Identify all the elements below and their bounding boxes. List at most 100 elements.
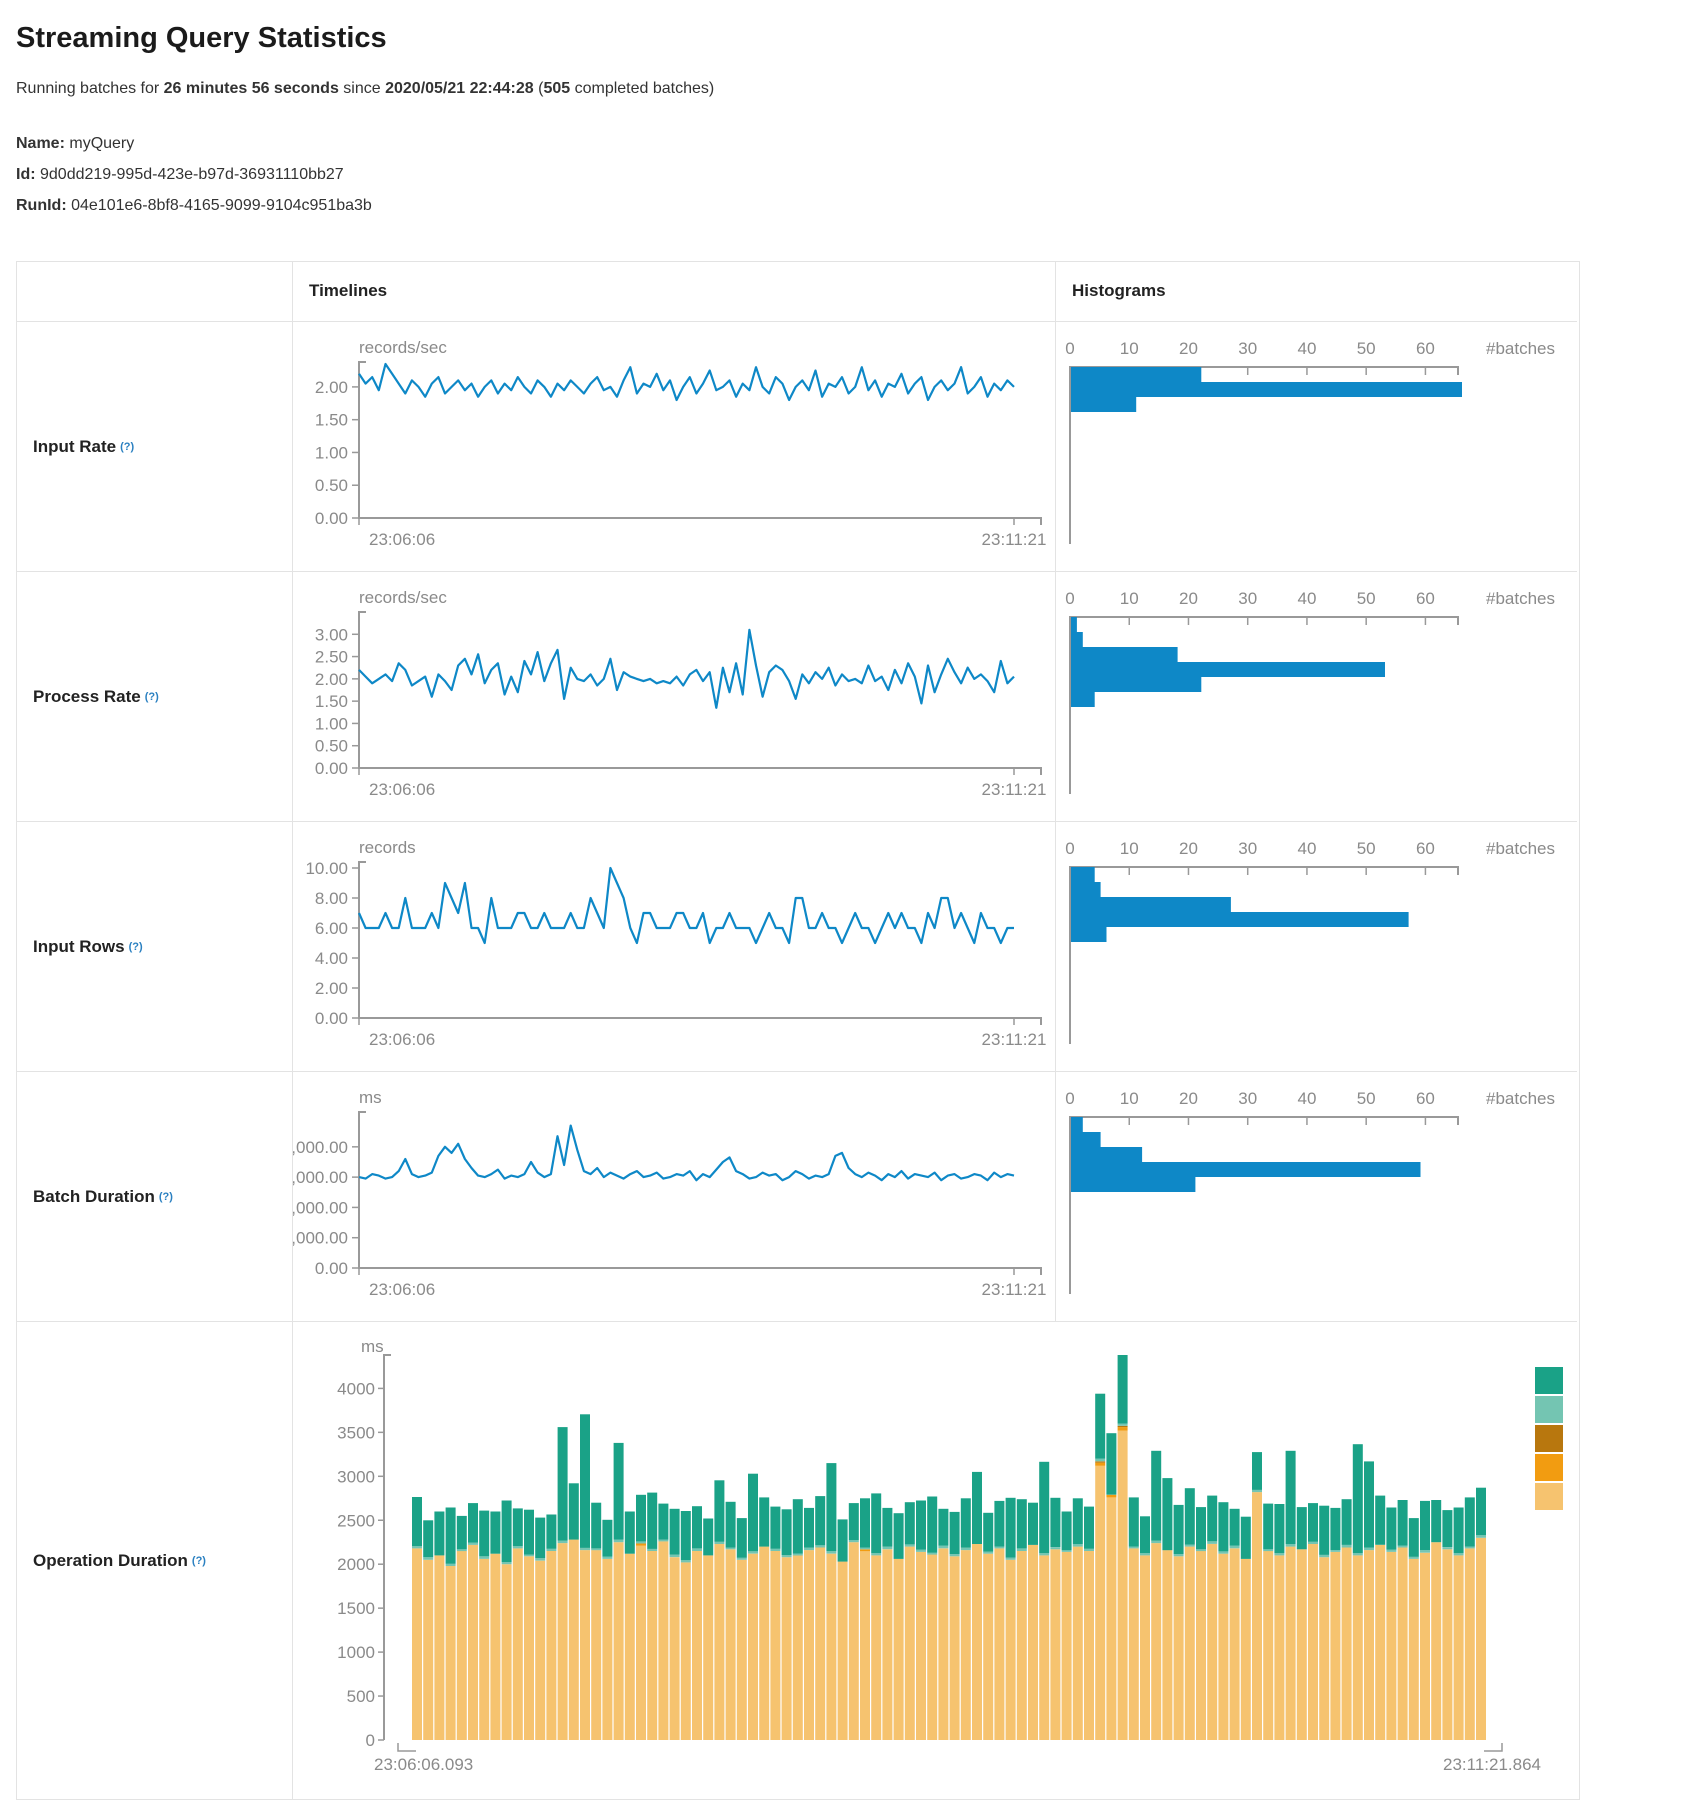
query-name-row: Name: myQuery (16, 128, 1677, 159)
help-icon[interactable]: (?) (145, 691, 159, 703)
svg-text:0: 0 (1065, 589, 1074, 608)
svg-text:10: 10 (1120, 1089, 1139, 1108)
svg-text:0: 0 (366, 1731, 375, 1750)
svg-text:60: 60 (1416, 589, 1435, 608)
help-icon[interactable]: (?) (192, 1555, 206, 1567)
query-runid-label: RunId: (16, 197, 67, 214)
svg-text:4,000.00: 4,000.00 (293, 1138, 348, 1157)
query-runid-row: RunId: 04e101e6-8bf8-4165-9099-9104c951b… (16, 190, 1677, 221)
summary-since: since (339, 80, 385, 97)
svg-text:0.50: 0.50 (315, 476, 348, 495)
batch-duration-timeline-cell: ms4,000.003,000.002,000.001,000.000.0023… (293, 1072, 1056, 1322)
svg-text:8.00: 8.00 (315, 889, 348, 908)
svg-text:2.00: 2.00 (315, 670, 348, 689)
svg-text:1.00: 1.00 (315, 714, 348, 733)
svg-text:ms: ms (361, 1337, 384, 1356)
legend-swatch-series-2 (1535, 1396, 1563, 1423)
svg-text:40: 40 (1297, 589, 1316, 608)
svg-text:23:11:21: 23:11:21 (982, 780, 1047, 799)
svg-text:40: 40 (1297, 339, 1316, 358)
svg-text:1500: 1500 (337, 1599, 375, 1618)
svg-text:2.00: 2.00 (315, 378, 348, 397)
svg-text:30: 30 (1238, 589, 1257, 608)
svg-text:20: 20 (1179, 839, 1198, 858)
svg-text:23:06:06: 23:06:06 (369, 530, 435, 549)
svg-text:0.00: 0.00 (315, 759, 348, 778)
process-rate-timeline: records/sec3.002.502.001.501.000.500.002… (293, 572, 1056, 822)
svg-text:10: 10 (1120, 839, 1139, 858)
svg-text:records/sec: records/sec (359, 588, 447, 607)
svg-text:20: 20 (1179, 339, 1198, 358)
svg-text:1.50: 1.50 (315, 692, 348, 711)
input-rate-histogram: 0102030405060#batches (1056, 322, 1577, 572)
input-rows-histogram-cell: 0102030405060#batches (1056, 822, 1577, 1072)
svg-text:50: 50 (1357, 839, 1376, 858)
svg-text:50: 50 (1357, 339, 1376, 358)
svg-text:20: 20 (1179, 1089, 1198, 1108)
svg-text:60: 60 (1416, 839, 1435, 858)
input-rows-timeline-cell: records10.008.006.004.002.000.0023:06:06… (293, 822, 1056, 1072)
input-rate-histogram-cell: 0102030405060#batches (1056, 322, 1577, 572)
svg-text:3500: 3500 (337, 1423, 375, 1442)
query-id-row: Id: 9d0dd219-995d-423e-b97d-36931110bb27 (16, 159, 1677, 190)
summary-prefix: Running batches for (16, 80, 164, 97)
svg-text:3,000.00: 3,000.00 (293, 1168, 348, 1187)
svg-text:#batches: #batches (1486, 839, 1555, 858)
svg-text:0.00: 0.00 (315, 1259, 348, 1278)
svg-text:0: 0 (1065, 1089, 1074, 1108)
legend-swatch-series-4 (1535, 1454, 1563, 1481)
input-rows-histogram: 0102030405060#batches (1056, 822, 1577, 1072)
svg-text:2,000.00: 2,000.00 (293, 1198, 348, 1217)
legend-swatch-series-5 (1535, 1483, 1563, 1510)
svg-text:50: 50 (1357, 589, 1376, 608)
input-rows-timeline-chart: records10.008.006.004.002.000.0023:06:06… (293, 822, 1056, 1072)
operation-duration-stacked-chart: ms4000350030002500200015001000500023:06:… (293, 1322, 1577, 1799)
svg-text:23:11:21: 23:11:21 (982, 530, 1047, 549)
svg-text:60: 60 (1416, 339, 1435, 358)
batch-duration-histogram-cell: 0102030405060#batches (1056, 1072, 1577, 1322)
svg-text:1,000.00: 1,000.00 (293, 1229, 348, 1248)
input-rows-histogram-chart: 0102030405060#batches (1056, 822, 1577, 1072)
svg-text:#batches: #batches (1486, 1089, 1555, 1108)
svg-text:records: records (359, 838, 416, 857)
row-label-input-rows: Input Rows(?) (17, 822, 293, 1072)
svg-text:20: 20 (1179, 589, 1198, 608)
summary-suffix: completed batches) (570, 80, 714, 97)
histograms-column-header: Histograms (1056, 262, 1577, 322)
svg-text:40: 40 (1297, 1089, 1316, 1108)
svg-text:23:11:21.864: 23:11:21.864 (1443, 1755, 1541, 1774)
page-title: Streaming Query Statistics (16, 22, 1677, 55)
svg-text:2500: 2500 (337, 1511, 375, 1530)
input-rate-timeline: records/sec2.001.501.000.500.0023:06:062… (293, 322, 1056, 572)
legend-swatch-series-3 (1535, 1425, 1563, 1452)
query-meta: Name: myQuery Id: 9d0dd219-995d-423e-b97… (16, 128, 1677, 221)
svg-text:0: 0 (1065, 339, 1074, 358)
batch-duration-histogram: 0102030405060#batches (1056, 1072, 1577, 1322)
svg-text:30: 30 (1238, 839, 1257, 858)
svg-text:23:06:06: 23:06:06 (369, 780, 435, 799)
svg-text:1000: 1000 (337, 1643, 375, 1662)
svg-text:1.00: 1.00 (315, 443, 348, 462)
svg-text:10.00: 10.00 (305, 859, 348, 878)
svg-text:30: 30 (1238, 339, 1257, 358)
svg-text:#batches: #batches (1486, 589, 1555, 608)
corner-header-cell (17, 262, 293, 322)
svg-text:10: 10 (1120, 589, 1139, 608)
help-icon[interactable]: (?) (120, 441, 134, 453)
svg-text:6.00: 6.00 (315, 919, 348, 938)
svg-text:3.00: 3.00 (315, 625, 348, 644)
help-icon[interactable]: (?) (129, 941, 143, 953)
svg-text:2.00: 2.00 (315, 979, 348, 998)
start-timestamp: 2020/05/21 22:44:28 (385, 80, 534, 97)
input-rate-histogram-chart: 0102030405060#batches (1056, 322, 1577, 572)
batch-duration-histogram-chart: 0102030405060#batches (1056, 1072, 1577, 1322)
help-icon[interactable]: (?) (159, 1191, 173, 1203)
query-name-value: myQuery (69, 135, 134, 152)
input-rate-timeline-cell: records/sec2.001.501.000.500.0023:06:062… (293, 322, 1056, 572)
process-rate-histogram-chart: 0 10 20 30 40 50 60 #batches (1056, 572, 1577, 822)
query-id-value: 9d0dd219-995d-423e-b97d-36931110bb27 (40, 166, 344, 183)
svg-text:60: 60 (1416, 1089, 1435, 1108)
row-label-operation-duration: Operation Duration(?) (17, 1322, 293, 1799)
svg-text:30: 30 (1238, 1089, 1257, 1108)
svg-text:0.00: 0.00 (315, 1009, 348, 1028)
